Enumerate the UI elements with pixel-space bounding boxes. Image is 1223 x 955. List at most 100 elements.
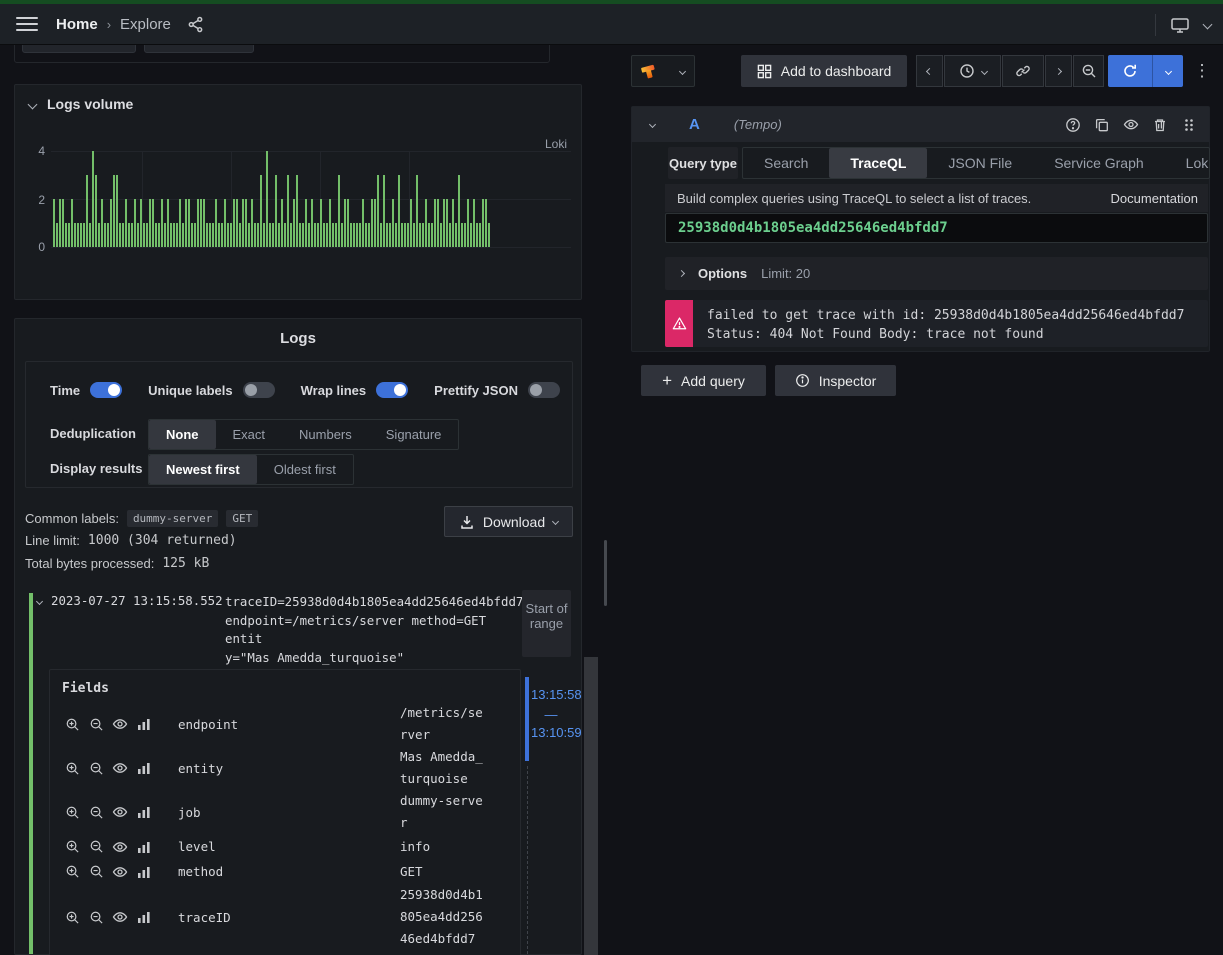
tab-traceql[interactable]: TraceQL [829,148,927,178]
display-option[interactable]: Newest first [149,455,257,484]
y-tick-0: 0 [27,240,45,254]
collapse-query-chevron-icon[interactable] [649,121,656,128]
volume-bar [152,199,154,247]
time-picker-button[interactable] [944,55,1001,87]
tab-loki-search[interactable]: Loki Search [1165,148,1210,178]
volume-bar [347,199,349,247]
volume-bar [197,199,199,247]
traceql-query-input[interactable]: 25938d0d4b1805ea4dd25646ed4bfdd7 [665,213,1208,243]
dedup-option[interactable]: Signature [369,420,459,449]
error-strip [665,300,693,347]
field-stats-icon[interactable] [136,760,152,776]
filter-out-value-icon[interactable] [88,909,104,925]
toggle-switch[interactable] [528,382,560,398]
kebab-menu-icon[interactable]: ⋮ [1192,55,1212,87]
zoom-out-time-button[interactable] [1073,55,1104,87]
volume-bar [305,199,307,247]
volume-bar [260,175,262,247]
toggle-switch[interactable] [243,382,275,398]
toggle-field-visibility-eye-icon[interactable] [112,760,128,776]
field-name: level [178,839,216,854]
toggle-label: Unique labels [148,383,233,398]
warning-triangle-icon [672,316,687,331]
drag-handle-icon[interactable] [1181,117,1197,133]
volume-bar [170,223,172,247]
menu-icon[interactable] [16,17,38,31]
filter-for-value-icon[interactable] [64,839,80,855]
remove-query-trash-icon[interactable] [1152,117,1168,133]
query-type-label: Query type [668,147,738,179]
display-option[interactable]: Oldest first [257,455,353,484]
add-query-button[interactable]: + Add query [641,365,766,396]
toggle-field-visibility-eye-icon[interactable] [112,716,128,732]
breadcrumb-home[interactable]: Home [56,16,98,33]
volume-bar [185,199,187,247]
filter-for-value-icon[interactable] [64,864,80,880]
tab-json-file[interactable]: JSON File [927,148,1033,178]
inspector-button[interactable]: Inspector [775,365,896,396]
refresh-interval-button[interactable] [1152,55,1183,87]
left-pane-scrollbar[interactable] [584,657,598,955]
copy-link-button[interactable] [1002,55,1044,87]
volume-bar [191,223,193,247]
field-row-level: levelinfo [50,834,520,859]
volume-bar [395,223,397,247]
log-message[interactable]: traceID=25938d0d4b1805ea4dd25646ed4bfdd7… [225,593,525,667]
tab-service-graph[interactable]: Service Graph [1033,148,1164,178]
toggle-field-visibility-eye-icon[interactable] [112,909,128,925]
filter-out-value-icon[interactable] [88,864,104,880]
logs-volume-chart[interactable] [51,151,571,247]
field-stats-icon[interactable] [136,864,152,880]
help-icon[interactable] [1065,117,1081,133]
monitor-icon[interactable] [1170,16,1190,34]
tab-search[interactable]: Search [743,148,829,178]
field-stats-icon[interactable] [136,839,152,855]
volume-bar [392,199,394,247]
toggle-field-visibility-eye-icon[interactable] [112,839,128,855]
refresh-button[interactable] [1108,55,1152,87]
datasource-picker[interactable] [631,55,695,87]
filter-for-value-icon[interactable] [64,716,80,732]
filter-out-value-icon[interactable] [88,839,104,855]
documentation-link[interactable]: Documentation [1111,191,1198,206]
volume-bar [278,223,280,247]
duplicate-query-icon[interactable] [1094,117,1110,133]
filter-out-value-icon[interactable] [88,716,104,732]
collapse-chevron-icon[interactable] [28,100,38,110]
download-button[interactable]: Download [444,506,573,537]
filter-out-value-icon[interactable] [88,760,104,776]
toggle-switch[interactable] [376,382,408,398]
volume-bar [134,199,136,247]
breadcrumb-explore[interactable]: Explore [120,16,171,33]
volume-bar [455,223,457,247]
log-level-bar [29,593,33,954]
dashboard-grid-icon [757,64,772,79]
filter-for-value-icon[interactable] [64,804,80,820]
query-row-header[interactable]: A (Tempo) [632,107,1209,142]
expand-log-chevron-icon[interactable] [36,598,43,605]
toggle-switch[interactable] [90,382,122,398]
field-stats-icon[interactable] [136,909,152,925]
add-to-dashboard-button[interactable]: Add to dashboard [741,55,907,87]
shift-time-forward-button[interactable] [1045,55,1072,87]
filter-for-value-icon[interactable] [64,760,80,776]
options-row[interactable]: Options Limit: 20 [665,257,1208,290]
shift-time-back-button[interactable] [916,55,943,87]
dedup-option[interactable]: None [149,420,216,449]
pane-splitter-handle[interactable] [604,540,607,606]
filter-for-value-icon[interactable] [64,909,80,925]
volume-bar [272,223,274,247]
chevron-down-icon[interactable] [1203,20,1213,30]
toggle-field-visibility-eye-icon[interactable] [112,864,128,880]
dedup-option[interactable]: Numbers [282,420,369,449]
toggle-field-visibility-eye-icon[interactable] [112,804,128,820]
share-icon[interactable] [187,16,204,33]
volume-bar [254,223,256,247]
dedup-option[interactable]: Exact [216,420,283,449]
field-stats-icon[interactable] [136,804,152,820]
total-bytes-label: Total bytes processed: [25,556,154,571]
filter-out-value-icon[interactable] [88,804,104,820]
toggle-visibility-eye-icon[interactable] [1123,117,1139,133]
field-stats-icon[interactable] [136,716,152,732]
volume-bar [275,175,277,247]
